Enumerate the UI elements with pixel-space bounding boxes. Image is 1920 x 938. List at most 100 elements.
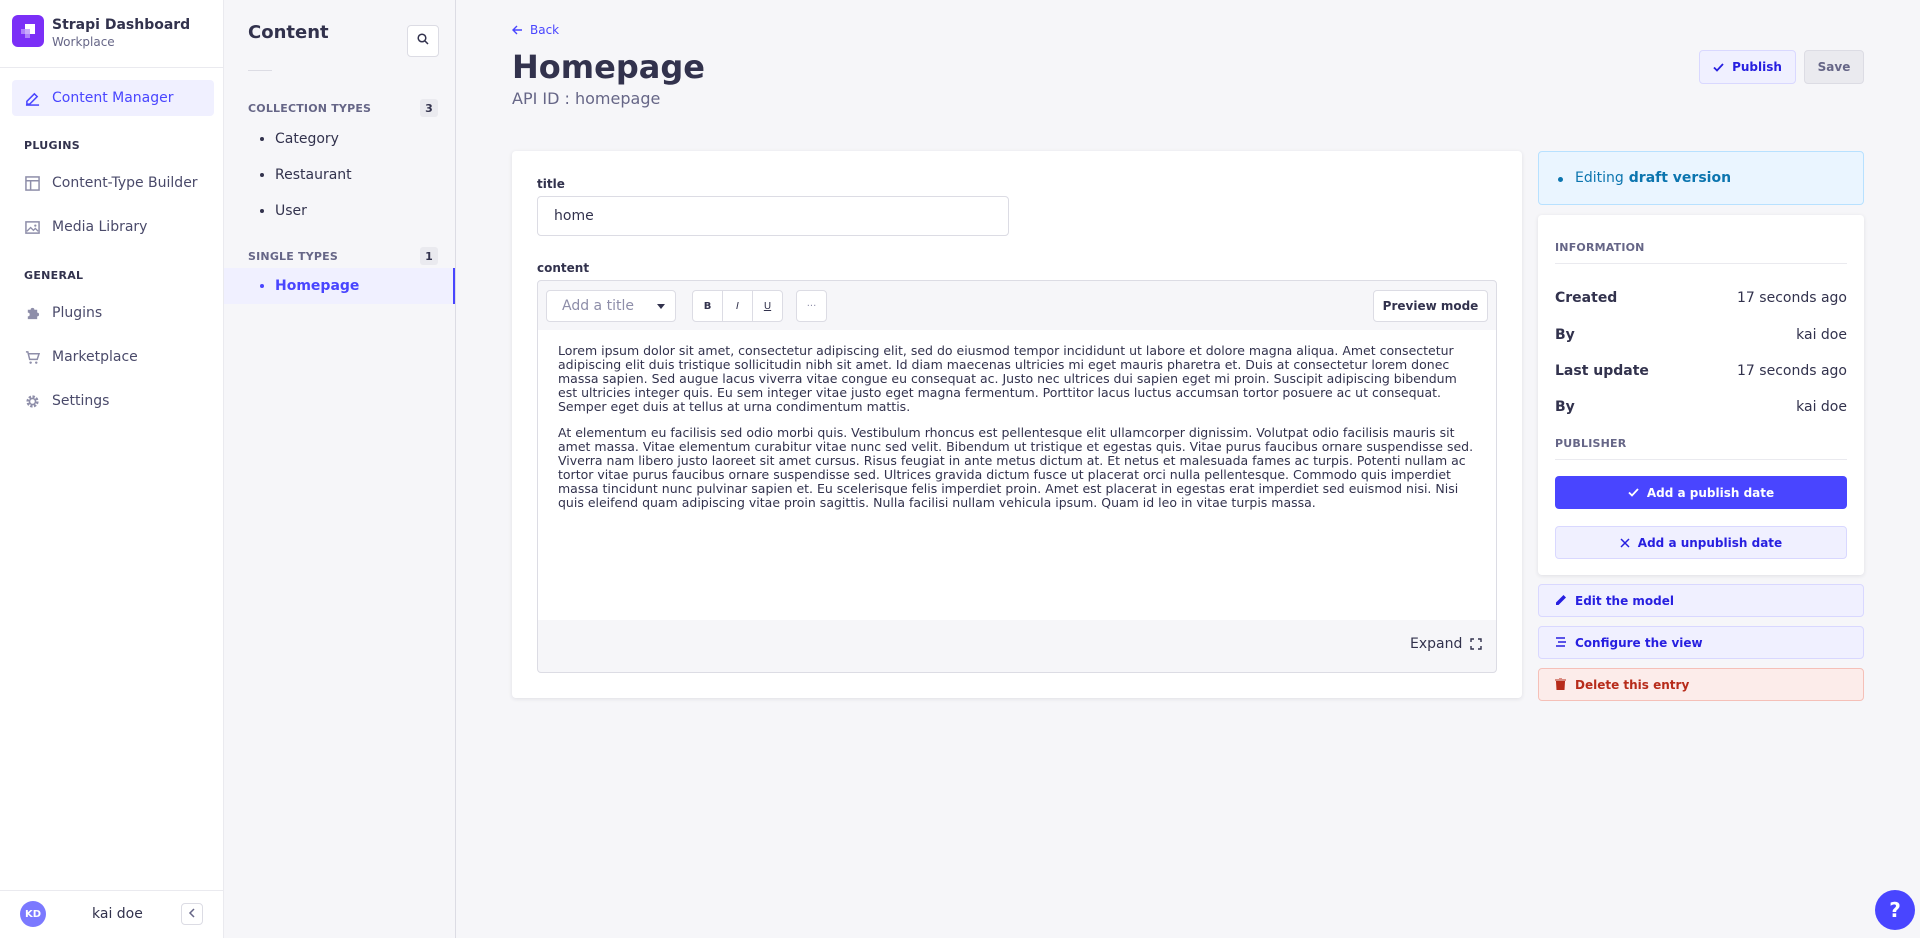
configure-view-button[interactable]: Configure the view [1538,626,1864,659]
collapse-nav-button[interactable] [181,903,203,925]
fullscreen-icon [1470,638,1483,650]
collection-types-heading[interactable]: COLLECTION TYPES [248,102,371,115]
nav-content-manager[interactable]: Content Manager [12,80,214,116]
edit-model-label: Edit the model [1575,593,1674,608]
updated-by-value: kai doe [1796,399,1847,415]
editor-textarea[interactable]: Lorem ipsum dolor sit amet, consectetur … [538,330,1496,620]
pencil-icon [1555,594,1567,606]
add-unpublish-date-label: Add a unpublish date [1637,535,1783,550]
subnav-item-category[interactable]: Category [224,121,455,157]
page-title: Homepage [512,48,705,86]
subnav-title: Content [248,22,329,43]
divider [248,70,272,71]
last-update-value: 17 seconds ago [1737,363,1847,379]
brand-name: Strapi Dashboard [52,17,191,33]
api-id: API ID : homepage [512,89,661,108]
preview-mode-button[interactable]: Preview mode [1373,290,1488,322]
gear-icon [24,393,40,409]
add-unpublish-date-button[interactable]: Add a unpublish date [1555,526,1847,559]
subnav-search-button[interactable] [407,25,439,57]
nav-label: Content-Type Builder [52,175,198,191]
save-button[interactable]: Save [1804,50,1864,84]
subnav-item-label: Restaurant [275,167,352,183]
search-icon [417,33,429,49]
content-subnav: Content COLLECTION TYPES 3 Category Rest… [224,0,456,938]
avatar[interactable]: KD [20,901,46,927]
subnav-item-homepage[interactable]: Homepage [224,268,455,304]
more-options-button[interactable]: ··· [796,290,827,322]
subnav-item-restaurant[interactable]: Restaurant [224,157,455,193]
created-by-label: By [1555,327,1575,343]
title-field-label: title [537,177,565,191]
last-update-label: Last update [1555,363,1649,379]
nav-settings[interactable]: Settings [12,383,214,419]
divider [1555,459,1847,460]
check-icon [1628,488,1639,497]
nav-plugins[interactable]: Plugins [12,295,214,331]
brand-header: Strapi Dashboard Workplace [0,0,223,68]
subnav-item-label: User [275,203,307,219]
caret-down-icon [657,304,665,309]
chevron-left-icon [188,907,196,922]
trash-icon [1555,678,1566,690]
single-types-heading[interactable]: SINGLE TYPES [248,250,338,263]
publisher-heading: PUBLISHER [1555,437,1627,450]
strapi-logo-icon [12,15,44,47]
nav-label: Content Manager [52,90,174,106]
nav-label: Media Library [52,219,148,235]
divider [1555,263,1847,264]
workspace-name: Workplace [52,35,115,49]
main-nav: Strapi Dashboard Workplace Content Manag… [0,0,224,938]
content-paragraph: Lorem ipsum dolor sit amet, consectetur … [558,343,1457,414]
created-value: 17 seconds ago [1737,290,1847,306]
publish-label: Publish [1732,60,1782,74]
user-area: KD kai doe [0,890,223,938]
nav-media-library[interactable]: Media Library [12,209,214,245]
publish-button[interactable]: Publish [1699,50,1796,84]
expand-editor-button[interactable]: Expand [1410,636,1483,652]
configure-view-label: Configure the view [1575,635,1703,650]
underline-button[interactable]: U [752,290,783,322]
back-label: Back [530,23,560,37]
draft-status: draft version [1628,170,1732,186]
nav-marketplace[interactable]: Marketplace [12,339,214,375]
information-heading: INFORMATION [1555,241,1645,254]
subnav-item-user[interactable]: User [224,193,455,229]
image-icon [24,219,40,235]
single-types-count: 1 [420,247,438,265]
add-publish-date-button[interactable]: Add a publish date [1555,476,1847,509]
content-field-label: content [537,261,590,275]
list-icon [1555,636,1567,648]
expand-label: Expand [1410,636,1463,652]
help-button[interactable]: ? [1875,890,1915,930]
back-link[interactable]: Back [512,23,559,37]
content-paragraph: At elementum eu facilisis sed odio morbi… [558,425,1474,510]
title-field[interactable] [537,196,1009,236]
nav-content-type-builder[interactable]: Content-Type Builder [12,165,214,201]
subnav-item-label: Homepage [275,278,360,294]
puzzle-icon [24,305,40,321]
updated-by-label: By [1555,399,1575,415]
heading-select[interactable]: Add a title [546,290,676,322]
check-icon [1713,62,1724,72]
arrow-left-icon [512,25,523,35]
user-name[interactable]: kai doe [92,906,143,922]
delete-entry-button[interactable]: Delete this entry [1538,668,1864,701]
italic-button[interactable]: I [722,290,753,322]
bold-button[interactable]: B [692,290,723,322]
cart-icon [24,349,40,365]
layout-icon [24,175,40,191]
edit-model-button[interactable]: Edit the model [1538,584,1864,617]
nav-label: Settings [52,393,110,409]
close-icon [1620,537,1630,548]
nav-section-plugins: PLUGINS [24,139,80,152]
nav-label: Plugins [52,305,103,321]
delete-entry-label: Delete this entry [1575,677,1690,692]
collection-types-count: 3 [420,99,438,117]
draft-status-banner: Editing draft version [1538,151,1864,205]
pen-icon [24,90,40,106]
created-by-value: kai doe [1796,327,1847,343]
subnav-item-label: Category [275,131,339,147]
nav-section-general: GENERAL [24,269,84,282]
draft-prefix: Editing [1575,170,1624,186]
